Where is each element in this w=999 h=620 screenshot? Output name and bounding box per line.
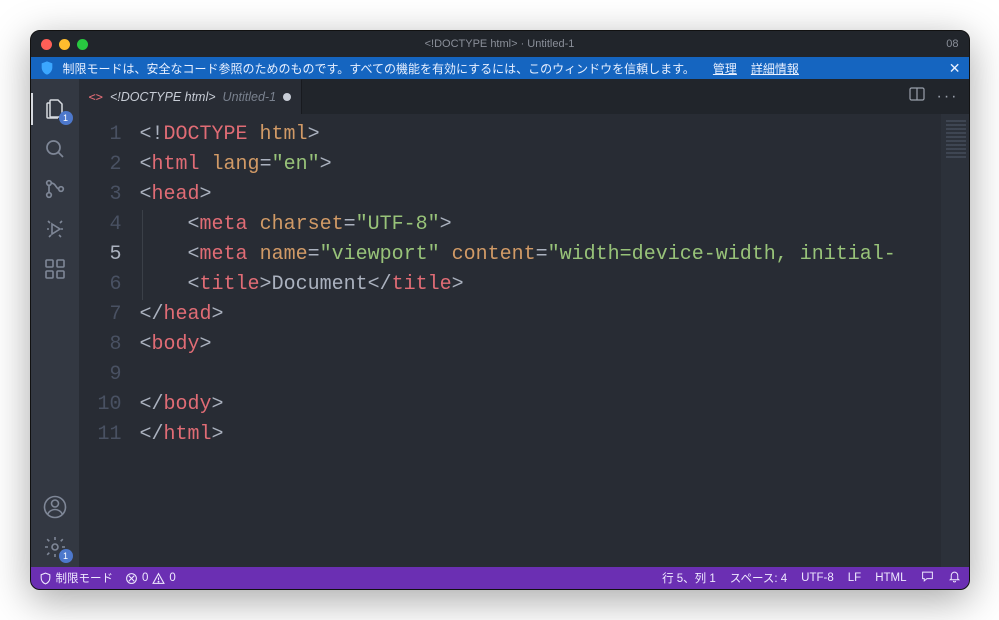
restricted-mode-banner: 制限モードは、安全なコード参照のためのものです。すべての機能を有効にするには、こ… [31,57,969,79]
code-line[interactable]: <body> [134,330,941,360]
code-line[interactable]: <meta charset="UTF-8"> [134,210,941,240]
status-restricted-label: 制限モード [56,570,114,586]
line-number: 11 [79,420,122,450]
accounts-icon[interactable] [31,487,79,527]
more-actions-icon[interactable]: ··· [937,88,959,106]
minimap[interactable] [941,114,969,567]
titlebar-right-controls: 08 [930,38,968,50]
status-problems[interactable]: 0 0 [125,572,176,585]
settings-badge: 1 [59,549,73,563]
search-icon[interactable] [31,129,79,169]
code-line[interactable]: </html> [134,420,941,450]
line-number-gutter: 1234567891011 [79,114,134,567]
split-editor-icon[interactable] [909,86,925,107]
zoom-window-button[interactable] [77,39,88,50]
settings-gear-icon[interactable]: 1 [31,527,79,567]
feedback-icon[interactable] [921,570,934,586]
line-number: 9 [79,360,122,390]
status-warnings-count: 0 [169,572,175,584]
status-indent[interactable]: スペース: 4 [730,570,787,586]
line-number: 7 [79,300,122,330]
code-line[interactable]: <html lang="en"> [134,150,941,180]
editor-tab[interactable]: <> <!DOCTYPE html> Untitled-1 [79,79,303,114]
tab-bar: <> <!DOCTYPE html> Untitled-1 ··· [79,79,969,114]
code-line[interactable]: </head> [134,300,941,330]
code-line[interactable]: <meta name="viewport" content="width=dev… [134,240,941,270]
line-number: 1 [79,120,122,150]
line-number: 4 [79,210,122,240]
status-cursor-position[interactable]: 行 5、列 1 [662,570,716,586]
status-errors-count: 0 [142,572,148,584]
minimap-viewport [946,120,966,160]
line-number: 6 [79,270,122,300]
code-line[interactable]: <!DOCTYPE html> [134,120,941,150]
layout-number-label: 08 [946,38,958,50]
code-line[interactable]: <title>Document</title> [134,270,941,300]
minimize-window-button[interactable] [59,39,70,50]
code-line[interactable]: </body> [134,390,941,420]
mac-titlebar: <!DOCTYPE html> · Untitled-1 08 [31,31,969,57]
code-editor[interactable]: 1234567891011 <!DOCTYPE html><html lang=… [79,114,969,567]
line-number: 2 [79,150,122,180]
line-number: 10 [79,390,122,420]
app-window: <!DOCTYPE html> · Untitled-1 08 制限モードは、安… [30,30,970,590]
status-language[interactable]: HTML [875,572,906,584]
editor-actions: ··· [909,79,969,114]
code-content[interactable]: <!DOCTYPE html><html lang="en"><head> <m… [134,114,941,567]
line-number: 3 [79,180,122,210]
html-file-icon: <> [89,90,103,104]
explorer-badge: 1 [59,111,73,125]
traffic-lights [31,39,88,50]
window-title: <!DOCTYPE html> · Untitled-1 [31,38,969,50]
explorer-icon[interactable]: 1 [31,89,79,129]
editor-area: <> <!DOCTYPE html> Untitled-1 ··· 123456… [79,79,969,567]
tab-name: <!DOCTYPE html> [110,90,216,104]
notifications-bell-icon[interactable] [948,570,961,586]
banner-manage-link[interactable]: 管理 [713,60,737,77]
activity-bar: 1 1 [31,79,79,567]
line-number: 8 [79,330,122,360]
source-control-icon[interactable] [31,169,79,209]
status-bar: 制限モード 0 0 行 5、列 1 スペース: 4 UTF-8 LF HTML [31,567,969,589]
unsaved-indicator [283,93,291,101]
extensions-icon[interactable] [31,249,79,289]
code-line[interactable]: <head> [134,180,941,210]
banner-message: 制限モードは、安全なコード参照のためのものです。すべての機能を有効にするには、こ… [63,60,695,77]
line-number: 5 [79,240,122,270]
shield-icon [39,60,55,76]
banner-details-link[interactable]: 詳細情報 [751,60,799,77]
status-eol[interactable]: LF [848,572,861,584]
status-encoding[interactable]: UTF-8 [801,572,834,584]
banner-close-button[interactable]: ✕ [949,60,961,77]
run-debug-icon[interactable] [31,209,79,249]
code-line[interactable] [134,360,941,390]
close-window-button[interactable] [41,39,52,50]
tab-suffix: Untitled-1 [223,90,277,104]
status-restricted-mode[interactable]: 制限モード [39,570,114,586]
